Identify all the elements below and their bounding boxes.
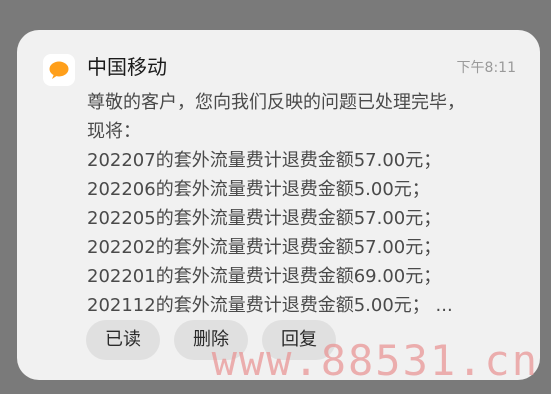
message-line: 尊敬的客户，您向我们反映的问题已处理完毕， (87, 92, 465, 113)
message-line: 202201的套外流量费计退费金额69.00元； (87, 266, 442, 287)
mark-read-button[interactable]: 已读 (86, 320, 160, 360)
notification-time: 下午8:11 (456, 60, 516, 76)
message-line: 202112的套外流量费计退费金额5.00元； ... (87, 295, 453, 316)
message-line: 202202的套外流量费计退费金额57.00元； (87, 237, 442, 258)
message-line: 202206的套外流量费计退费金额5.00元； (87, 179, 430, 200)
notification-message: 尊敬的客户，您向我们反映的问题已处理完毕， 现将： 202207的套外流量费计退… (87, 88, 527, 320)
app-name: 中国移动 (87, 55, 167, 79)
delete-button[interactable]: 删除 (174, 320, 248, 360)
message-line: 202207的套外流量费计退费金额57.00元； (87, 150, 442, 171)
notification-card[interactable]: 中国移动 下午8:11 尊敬的客户，您向我们反映的问题已处理完毕， 现将： 20… (17, 30, 540, 380)
message-line: 现将： (87, 121, 141, 142)
notification-actions: 已读 删除 回复 (86, 320, 336, 360)
reply-button[interactable]: 回复 (262, 320, 336, 360)
message-line: 202205的套外流量费计退费金额57.00元； (87, 208, 442, 229)
chat-bubble-icon (43, 54, 75, 86)
